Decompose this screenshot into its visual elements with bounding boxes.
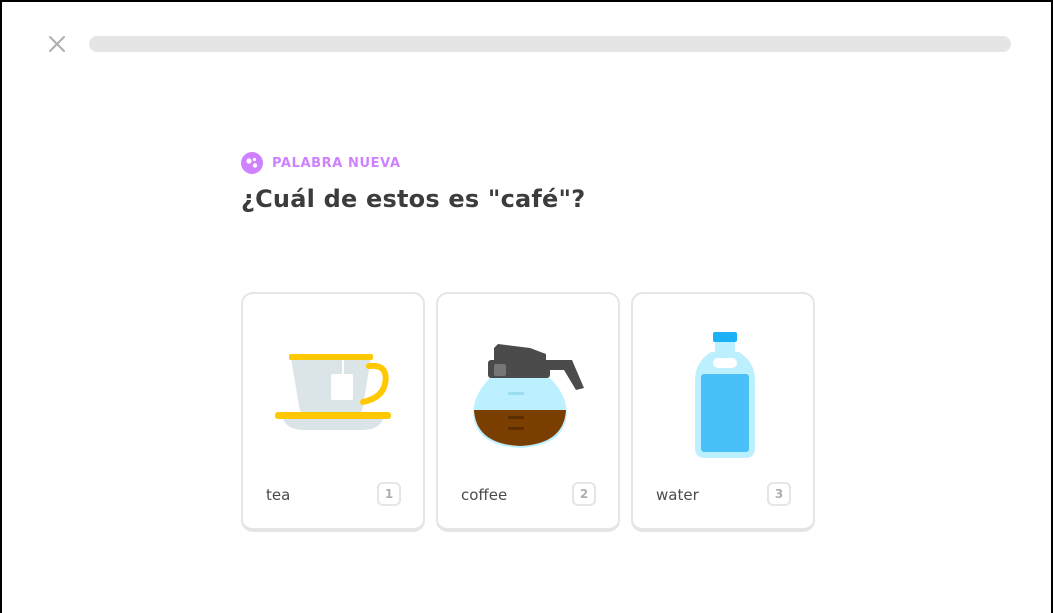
teacup-icon xyxy=(275,354,391,430)
badge-label: PALABRA NUEVA xyxy=(272,155,401,171)
choice-key-hint: 2 xyxy=(572,482,596,506)
new-word-badge: PALABRA NUEVA xyxy=(241,151,401,175)
lesson-progress-bar xyxy=(89,36,1011,52)
close-button[interactable] xyxy=(46,33,68,55)
new-word-icon xyxy=(241,152,263,174)
choice-card-coffee[interactable]: coffee 2 xyxy=(436,292,620,532)
coffee-pot-icon xyxy=(473,344,584,448)
choice-key-hint: 3 xyxy=(767,482,791,506)
challenge-question: ¿Cuál de estos es "café"? xyxy=(241,185,586,213)
choice-label: coffee xyxy=(461,486,508,504)
close-icon xyxy=(49,36,65,52)
water-bottle-icon xyxy=(695,332,755,458)
choice-card-water[interactable]: water 3 xyxy=(631,292,815,532)
choice-key-hint: 1 xyxy=(377,482,401,506)
choice-card-tea[interactable]: tea 1 xyxy=(241,292,425,532)
choice-label: tea xyxy=(266,486,291,504)
choice-label: water xyxy=(656,486,699,504)
